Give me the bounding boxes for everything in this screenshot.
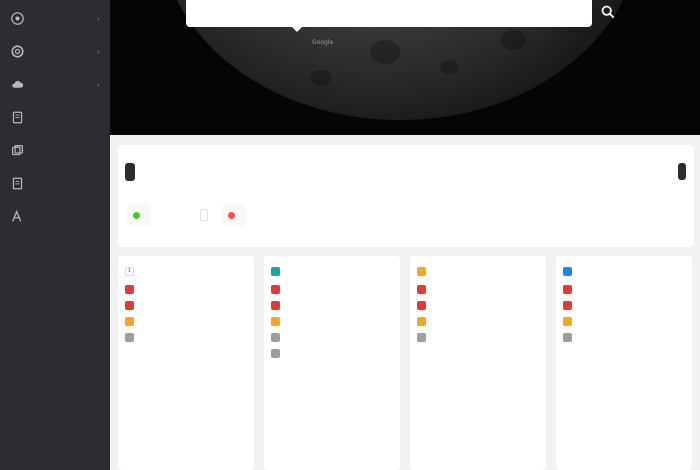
- rank-badge: [417, 285, 426, 294]
- engine-tab[interactable]: Google: [312, 39, 333, 46]
- chip-dot: [228, 211, 235, 219]
- rank-badge: [417, 317, 426, 326]
- layers-icon: [10, 144, 24, 158]
- chevron-right-icon: ›: [96, 14, 100, 23]
- rank-badge: [125, 317, 134, 326]
- list-item[interactable]: [125, 300, 247, 310]
- list-item[interactable]: [417, 284, 539, 294]
- card-logo-icon: [417, 266, 426, 276]
- moon-crater: [500, 30, 526, 50]
- rank-badge: [563, 333, 572, 342]
- font-icon: [10, 210, 24, 224]
- hot-list-card: [556, 256, 692, 470]
- sidebar-item-4[interactable]: [0, 101, 110, 134]
- rank-badge: [125, 285, 134, 294]
- sidebar: › › ›: [0, 0, 110, 470]
- list-item[interactable]: [271, 300, 393, 310]
- sidebar-item-3[interactable]: ›: [0, 68, 110, 101]
- rank-badge: [563, 317, 572, 326]
- list-item[interactable]: [271, 316, 393, 326]
- search-engine-tabs: Google: [288, 39, 453, 46]
- list-item[interactable]: [563, 332, 685, 342]
- list-item[interactable]: [271, 284, 393, 294]
- hot-list-cards: 1: [118, 256, 692, 470]
- hot-list-card: [410, 256, 546, 470]
- list-item[interactable]: [563, 284, 685, 294]
- main-content: 1: [118, 145, 700, 470]
- chevron-right-icon: ›: [96, 80, 100, 89]
- rank-badge: [563, 301, 572, 310]
- lifebuoy-icon: [10, 45, 24, 59]
- card-logo-icon: [271, 266, 280, 276]
- book-icon: [10, 177, 24, 191]
- list-item[interactable]: [417, 316, 539, 326]
- list-item[interactable]: [125, 316, 247, 326]
- list-item[interactable]: [417, 332, 539, 342]
- rank-badge: [125, 301, 134, 310]
- list-item[interactable]: [125, 284, 247, 294]
- rank-badge: [271, 317, 280, 326]
- search-caret: [292, 27, 302, 32]
- hot-list-card: [264, 256, 400, 470]
- sidebar-item-1[interactable]: ›: [0, 2, 110, 35]
- card-logo-icon: [563, 266, 572, 276]
- card-header: 1: [125, 264, 247, 278]
- rank-badge: [271, 349, 280, 358]
- list-item[interactable]: [271, 332, 393, 342]
- tablet-icon: [10, 111, 24, 125]
- rank-badge: [417, 333, 426, 342]
- search-icon: [601, 5, 615, 19]
- list-item[interactable]: [417, 300, 539, 310]
- chip-dot: [133, 211, 140, 219]
- chevron-right-icon: ›: [96, 47, 100, 56]
- list-item[interactable]: [125, 332, 247, 342]
- hero-banner: Google: [110, 0, 700, 135]
- search-button[interactable]: [598, 2, 618, 22]
- list-item[interactable]: [563, 316, 685, 326]
- card-header: [563, 264, 685, 278]
- rank-badge: [271, 333, 280, 342]
- cloud-icon: [10, 78, 24, 92]
- sidebar-item-2[interactable]: ›: [0, 35, 110, 68]
- list-item[interactable]: [563, 300, 685, 310]
- moon-crater: [440, 60, 458, 74]
- card-header: [271, 264, 393, 278]
- rank-badge: [125, 333, 134, 342]
- rank-badge: [563, 285, 572, 294]
- sidebar-item-7[interactable]: [0, 200, 110, 233]
- quick-link-chip[interactable]: [127, 204, 151, 226]
- list-item[interactable]: [271, 348, 393, 358]
- sidebar-item-6[interactable]: [0, 167, 110, 200]
- search-input[interactable]: [186, 0, 592, 27]
- search-box[interactable]: [186, 0, 592, 27]
- hot-list-card: 1: [118, 256, 254, 470]
- moon-crater: [310, 70, 332, 86]
- quick-link-chip[interactable]: [222, 204, 246, 226]
- tab-favorites[interactable]: [125, 163, 135, 181]
- chip-separator: [200, 209, 208, 221]
- sidebar-item-5[interactable]: [0, 134, 110, 167]
- card-logo-icon: 1: [125, 266, 134, 276]
- rank-badge: [271, 301, 280, 310]
- tag-button[interactable]: [678, 163, 686, 180]
- card-header: [417, 264, 539, 278]
- favorites-panel: [118, 145, 694, 247]
- rank-badge: [271, 285, 280, 294]
- rank-badge: [417, 301, 426, 310]
- grid-icon: [10, 12, 24, 26]
